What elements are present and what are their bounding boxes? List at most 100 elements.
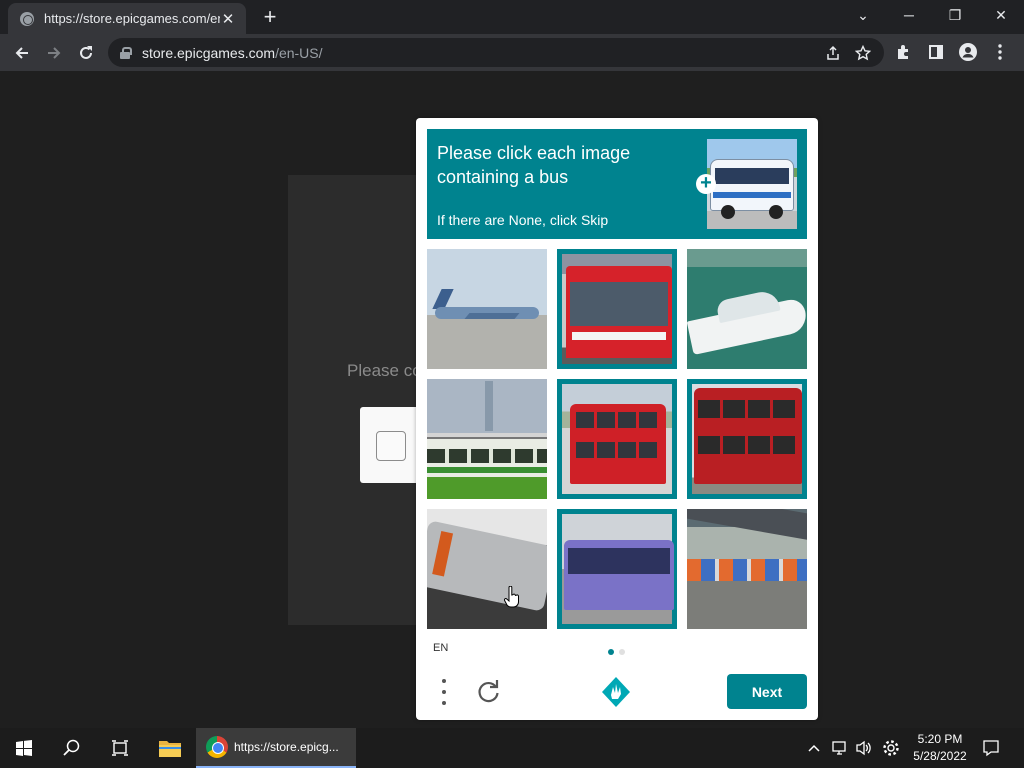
restore-button[interactable]: ❐	[932, 0, 978, 30]
share-icon	[827, 45, 839, 60]
lock-icon[interactable]	[120, 46, 132, 59]
extensions-button[interactable]	[888, 37, 920, 67]
address-bar[interactable]: store.epicgames.com/en-US/	[108, 38, 884, 67]
person-icon	[959, 43, 977, 61]
captcha-checkbox[interactable]	[376, 431, 406, 461]
settings-button[interactable]	[878, 728, 904, 768]
toolbar-right	[888, 37, 1016, 67]
system-clock[interactable]: 5:20 PM 5/28/2022	[908, 731, 972, 765]
window-controls: ⌄ ─ ❐ ✕	[840, 0, 1024, 34]
volume-button[interactable]	[852, 728, 876, 768]
network-button[interactable]	[828, 728, 852, 768]
clock-date: 5/28/2022	[913, 749, 967, 763]
gray-train-image	[427, 509, 547, 629]
menu-dot	[442, 679, 446, 683]
tile-blue-bus[interactable]	[557, 509, 677, 629]
captcha-challenge: Please click each image containing a bus…	[416, 118, 818, 720]
tab-search-chevron-icon[interactable]: ⌄	[840, 0, 886, 30]
kebab-menu-icon	[998, 44, 1002, 60]
profile-button[interactable]	[952, 37, 984, 67]
browser-tab-strip: https://store.epicgames.com/en- ✕ + ⌄ ─ …	[0, 0, 1024, 34]
address-bar-actions	[818, 41, 878, 65]
chrome-logo-icon	[206, 736, 228, 758]
tile-airplane[interactable]	[427, 249, 547, 369]
windows-logo-icon	[16, 740, 32, 756]
tab-title: https://store.epicgames.com/en-	[44, 11, 220, 26]
expand-example-icon[interactable]: +	[696, 173, 716, 194]
menu-dot	[442, 701, 446, 705]
bookmark-button[interactable]	[848, 41, 878, 65]
challenge-menu-button[interactable]	[436, 679, 452, 705]
challenge-hint: If there are None, click Skip	[437, 212, 609, 228]
globe-icon	[20, 11, 34, 26]
boat-image	[687, 249, 807, 369]
url-path: /en-US/	[275, 44, 323, 61]
tile-boat[interactable]	[687, 249, 807, 369]
tile-train-station[interactable]	[687, 509, 807, 629]
chrome-task-label: https://store.epicg...	[234, 740, 339, 754]
red-bus-image	[562, 254, 672, 364]
green-train-image	[427, 379, 547, 499]
windows-taskbar: https://store.epicg... 5:20 PM 5/28/2022	[0, 728, 1024, 768]
challenge-prompt: Please click each image containing a bus	[437, 143, 631, 187]
blue-bus-image	[562, 514, 674, 624]
tile-gray-train[interactable]	[427, 509, 547, 629]
reload-icon	[80, 45, 92, 59]
share-button[interactable]	[818, 41, 848, 65]
next-button[interactable]: Next	[727, 674, 807, 709]
forward-arrow-icon	[48, 46, 61, 59]
star-icon	[855, 45, 871, 61]
chevron-up-icon	[808, 744, 820, 752]
folder-icon	[159, 741, 181, 757]
show-hidden-icons-button[interactable]	[804, 728, 824, 768]
close-tab-icon[interactable]: ✕	[220, 10, 236, 28]
tile-double-decker-bus-2[interactable]	[687, 379, 807, 499]
hand-cursor-icon	[504, 586, 519, 608]
chrome-taskbar-button[interactable]: https://store.epicg...	[196, 728, 356, 768]
page-indicator-dot-active	[608, 649, 614, 655]
bus-sample-image[interactable]	[707, 139, 797, 229]
sample-bus-wheel	[769, 205, 783, 219]
task-view-button[interactable]	[96, 728, 144, 768]
puzzle-icon	[898, 45, 908, 59]
url-host: store.epicgames.com	[142, 44, 276, 61]
start-button[interactable]	[0, 728, 48, 768]
accessibility-hand-icon[interactable]	[599, 675, 633, 709]
side-panel-icon	[929, 45, 943, 59]
background-prompt-text: Please co	[347, 361, 422, 380]
new-tab-button[interactable]: +	[258, 4, 282, 30]
back-arrow-icon	[15, 46, 28, 59]
task-view-icon	[112, 740, 128, 756]
page-indicator-dot	[619, 649, 625, 655]
browser-tab[interactable]: https://store.epicgames.com/en- ✕	[8, 3, 246, 34]
train-station-image	[687, 509, 807, 629]
refresh-challenge-button[interactable]	[476, 679, 502, 705]
sample-bus-body	[710, 159, 794, 211]
network-icon	[832, 741, 846, 755]
forward-button[interactable]	[38, 37, 70, 69]
minimize-button[interactable]: ─	[886, 0, 932, 30]
notification-icon	[983, 740, 999, 757]
reload-button[interactable]	[70, 37, 102, 69]
double-decker-bus-image	[692, 384, 802, 494]
language-selector[interactable]: EN	[433, 642, 448, 654]
gear-icon	[883, 740, 899, 756]
tile-green-train[interactable]	[427, 379, 547, 499]
double-decker-bus-image	[562, 384, 672, 494]
chrome-menu-button[interactable]	[984, 37, 1016, 67]
tile-double-decker-bus[interactable]	[557, 379, 677, 499]
challenge-header: Please click each image containing a bus…	[427, 129, 807, 239]
refresh-icon	[478, 680, 499, 703]
close-window-button[interactable]: ✕	[978, 0, 1024, 30]
back-button[interactable]	[6, 37, 38, 69]
search-button[interactable]	[48, 728, 96, 768]
sample-bus-wheel	[721, 205, 735, 219]
side-panel-button[interactable]	[920, 37, 952, 67]
notifications-button[interactable]	[978, 728, 1004, 768]
clock-time: 5:20 PM	[917, 732, 963, 746]
tile-red-bus[interactable]	[557, 249, 677, 369]
airplane-image	[427, 249, 547, 369]
menu-dot	[442, 690, 446, 694]
file-explorer-button[interactable]	[146, 728, 194, 768]
browser-toolbar: store.epicgames.com/en-US/	[0, 34, 1024, 71]
